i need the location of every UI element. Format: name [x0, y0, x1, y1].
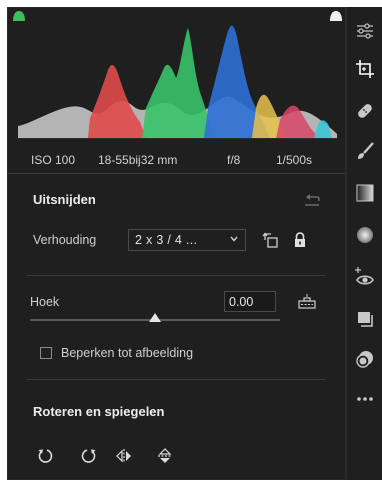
radial-tool-button[interactable] [351, 221, 379, 249]
more-icon [357, 397, 373, 401]
more-button[interactable] [351, 385, 379, 413]
histogram-graph [18, 25, 337, 139]
exif-lens: 18-55bij32 mm [98, 153, 178, 167]
exif-iso: ISO 100 [31, 153, 76, 167]
gradient-tool-button[interactable] [351, 179, 379, 207]
angle-slider-thumb[interactable] [149, 313, 161, 322]
crop-panel: ISO 100 18-55bij32 mm f/8 1/500s Uitsnij… [7, 7, 346, 480]
exif-aperture: f/8 [227, 153, 241, 167]
rotate-right-icon[interactable] [78, 445, 100, 467]
divider [26, 275, 326, 276]
ratio-label: Verhouding [33, 233, 97, 247]
lock-icon[interactable] [290, 229, 310, 251]
exif-info: ISO 100 18-55bij32 mm f/8 1/500s [8, 147, 345, 174]
constrain-checkbox[interactable] [40, 347, 52, 359]
constrain-label: Beperken tot afbeelding [61, 346, 194, 360]
angle-label: Hoek [30, 295, 60, 309]
edit-sliders-button[interactable] [351, 17, 379, 45]
crop-section-title: Uitsnijden [33, 192, 96, 207]
brush-tool-button[interactable] [351, 137, 379, 165]
radial-icon [357, 227, 373, 243]
highlight-clipping-icon[interactable] [329, 10, 343, 22]
swap-orientation-icon[interactable] [260, 229, 282, 251]
ratio-value: 2 x 3 / 4 ... [135, 233, 198, 247]
redeye-tool-button[interactable] [351, 263, 379, 291]
sliders-icon [357, 23, 373, 39]
histogram [8, 8, 345, 148]
chevron-down-icon [230, 236, 238, 242]
exif-shutter: 1/500s [276, 153, 313, 167]
histogram-red [88, 65, 146, 138]
brush-icon [358, 142, 374, 159]
gradient-icon [356, 184, 374, 202]
presets-icon [356, 351, 373, 368]
healing-icon [358, 104, 372, 118]
reset-crop-icon[interactable] [302, 191, 322, 209]
crop-icon [356, 60, 374, 78]
snapshots-icon [358, 312, 373, 327]
histogram-green [142, 28, 214, 138]
angle-field[interactable] [224, 291, 276, 312]
rotate-left-icon[interactable] [34, 445, 56, 467]
shadow-clipping-icon[interactable] [12, 10, 26, 22]
redeye-icon [355, 267, 374, 285]
flip-vertical-icon[interactable] [154, 445, 176, 467]
crop-tool-button[interactable] [351, 55, 379, 83]
straighten-tool-icon[interactable] [295, 292, 319, 312]
tool-strip [346, 7, 382, 480]
flip-horizontal-icon[interactable] [113, 445, 135, 467]
ratio-dropdown[interactable]: 2 x 3 / 4 ... [128, 229, 246, 251]
snapshots-button[interactable] [351, 305, 379, 333]
healing-tool-button[interactable] [351, 97, 379, 125]
presets-button[interactable] [351, 345, 379, 373]
rotate-section-title: Roteren en spiegelen [33, 404, 165, 419]
divider [26, 379, 326, 380]
